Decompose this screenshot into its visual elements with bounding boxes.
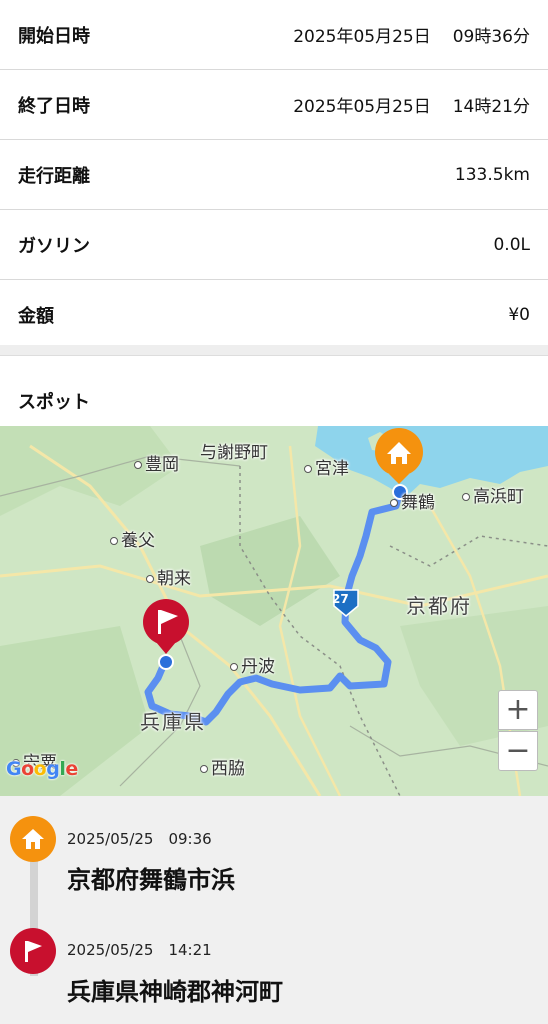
place-label: 養父 bbox=[121, 531, 155, 551]
amount-row: 金額 ¥0 bbox=[0, 280, 548, 350]
place-maizuru: 舞鶴 bbox=[390, 488, 435, 513]
start-date: 2025年05月25日 bbox=[293, 27, 431, 47]
timeline-start-marker bbox=[10, 816, 56, 862]
city-dot bbox=[390, 499, 398, 507]
amount-value: ¥0 bbox=[508, 304, 530, 325]
prefecture-border bbox=[389, 535, 548, 567]
place-label: 京都府 bbox=[406, 594, 472, 618]
flag-pole bbox=[158, 610, 161, 634]
end-datetime-label: 終了日時 bbox=[18, 95, 90, 117]
place-asago: 朝来 bbox=[146, 564, 191, 589]
end-datetime-value: 2025年05月25日 14時21分 bbox=[293, 92, 530, 117]
place-toyooka: 豊岡 bbox=[134, 450, 179, 475]
gasoline-value: 0.0L bbox=[493, 234, 530, 255]
start-time: 09時36分 bbox=[452, 27, 530, 47]
distance-row: 走行距離 133.5km bbox=[0, 140, 548, 210]
trip-timeline: 2025/05/25 09:36 京都府舞鶴市浜 2025/05/25 14:2… bbox=[0, 796, 548, 1024]
place-hyogo-pref: 兵庫県 bbox=[140, 706, 206, 735]
distance-label: 走行距離 bbox=[18, 165, 90, 187]
city-dot bbox=[304, 465, 312, 473]
place-yosano: 与謝野町 bbox=[200, 438, 268, 463]
timeline-end-marker bbox=[10, 928, 56, 974]
city-dot bbox=[134, 461, 142, 469]
zoom-out-button[interactable]: − bbox=[498, 731, 538, 771]
google-logo: Google bbox=[6, 758, 78, 780]
start-datetime-row: 開始日時 2025年05月25日 09時36分 bbox=[0, 0, 548, 70]
place-label: 朝来 bbox=[157, 569, 191, 589]
place-miyazu: 宮津 bbox=[304, 454, 349, 479]
city-dot bbox=[146, 575, 154, 583]
home-icon bbox=[22, 829, 44, 849]
prefecture-border bbox=[239, 466, 401, 796]
city-dot bbox=[200, 765, 208, 773]
place-label: 高浜町 bbox=[473, 487, 524, 507]
city-dot bbox=[230, 663, 238, 671]
end-datetime-row: 終了日時 2025年05月25日 14時21分 bbox=[0, 70, 548, 140]
amount-label: 金額 bbox=[18, 305, 54, 327]
end-point-dot bbox=[158, 654, 174, 670]
place-takahama: 高浜町 bbox=[462, 482, 524, 507]
place-label: 豊岡 bbox=[145, 455, 179, 475]
start-datetime-label: 開始日時 bbox=[18, 25, 90, 47]
place-label: 宮津 bbox=[315, 459, 349, 479]
zoom-in-button[interactable]: + bbox=[498, 690, 538, 730]
gasoline-label: ガソリン bbox=[18, 235, 90, 257]
end-date: 2025年05月25日 bbox=[293, 97, 431, 117]
place-label: 丹波 bbox=[241, 657, 275, 677]
terrain-patch bbox=[200, 516, 340, 626]
place-nishiwaki: 西脇 bbox=[200, 754, 245, 779]
route-shield-label: 27 bbox=[332, 592, 349, 606]
trip-summary: 開始日時 2025年05月25日 09時36分 終了日時 2025年05月25日 1… bbox=[0, 0, 548, 350]
route-map[interactable]: 27 豊岡 与謝野町 宮津 舞鶴 高浜町 養父 朝来 京都府 丹波 兵庫県 西脇… bbox=[0, 426, 548, 796]
place-yabu: 養父 bbox=[110, 526, 155, 551]
flag-icon bbox=[25, 941, 42, 962]
timeline-end-time: 2025/05/25 14:21 bbox=[67, 941, 212, 959]
place-label: 舞鶴 bbox=[401, 493, 435, 513]
city-dot bbox=[110, 537, 118, 545]
place-label: 与謝野町 bbox=[200, 443, 268, 463]
end-time: 14時21分 bbox=[452, 97, 530, 117]
place-tamba: 丹波 bbox=[230, 652, 275, 677]
flag-pin-marker bbox=[143, 599, 189, 654]
timeline-start-time: 2025/05/25 09:36 bbox=[67, 830, 212, 848]
place-kyoto-pref: 京都府 bbox=[406, 590, 472, 619]
timeline-start-place[interactable]: 京都府舞鶴市浜 bbox=[67, 860, 235, 895]
distance-value: 133.5km bbox=[454, 164, 530, 185]
start-datetime-value: 2025年05月25日 09時36分 bbox=[293, 22, 530, 47]
section-divider bbox=[0, 345, 548, 356]
gasoline-row: ガソリン 0.0L bbox=[0, 210, 548, 280]
place-label: 西脇 bbox=[211, 759, 245, 779]
place-label: 兵庫県 bbox=[140, 710, 206, 734]
city-dot bbox=[462, 493, 470, 501]
spot-section-title: スポット bbox=[18, 392, 90, 413]
timeline-end-place[interactable]: 兵庫県神崎郡神河町 bbox=[67, 972, 283, 1007]
